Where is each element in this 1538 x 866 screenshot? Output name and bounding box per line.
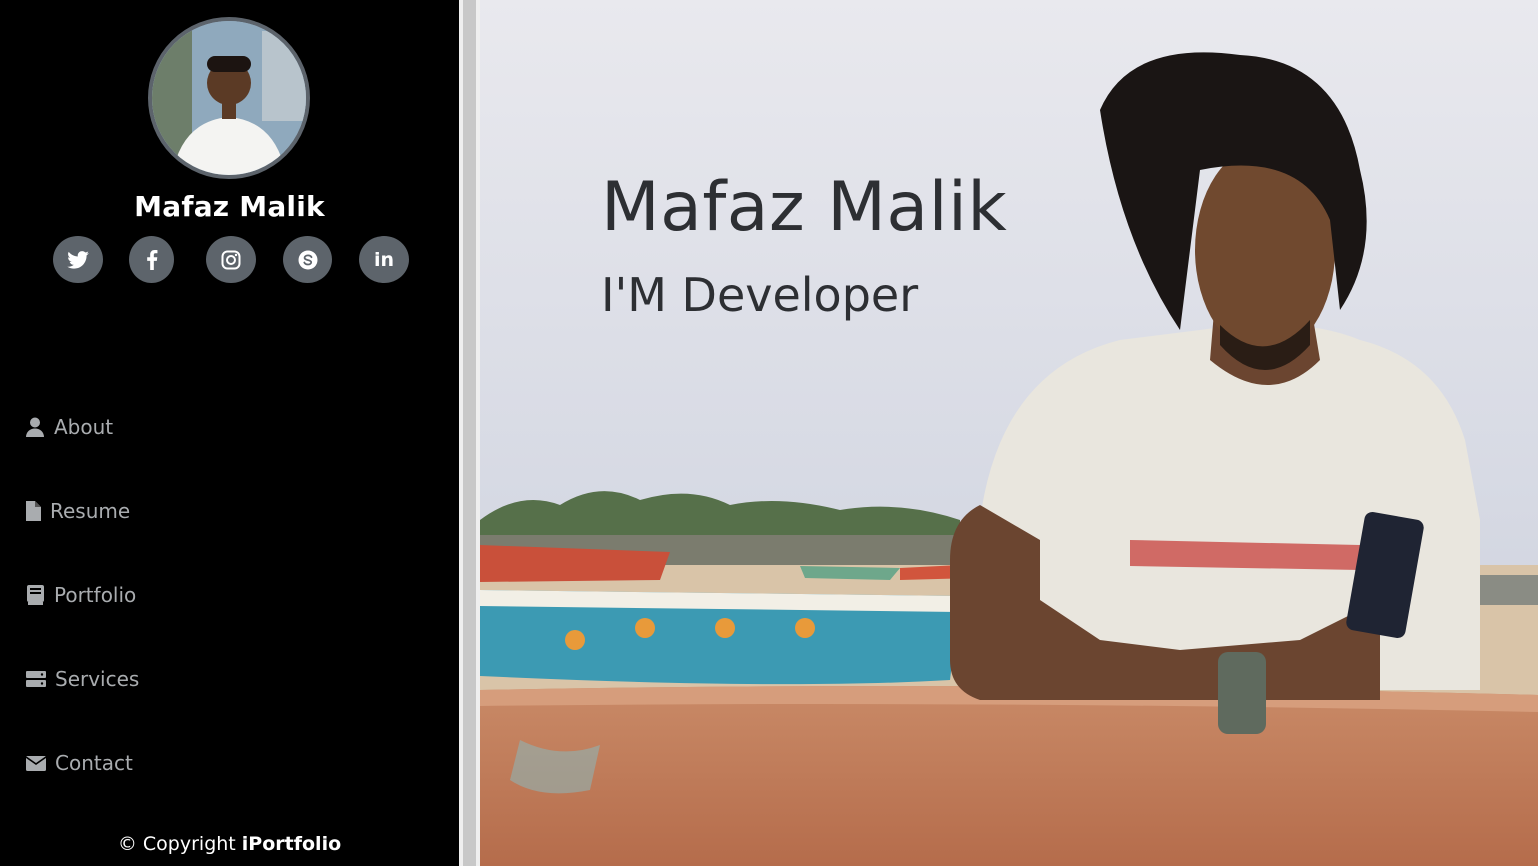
server-icon — [24, 668, 47, 690]
copyright-icon: © — [117, 833, 137, 855]
skype-icon — [298, 250, 317, 269]
nav-contact[interactable]: Contact — [24, 751, 133, 775]
book-icon — [24, 584, 46, 606]
nav-portfolio[interactable]: Portfolio — [24, 583, 136, 607]
profile-name: Mafaz Malik — [134, 190, 325, 223]
file-icon — [24, 500, 42, 522]
nav-label: Contact — [55, 751, 133, 775]
brand-name: iPortfolio — [241, 833, 342, 855]
nav-services[interactable]: Services — [24, 667, 139, 691]
sidebar: Mafaz Malik in About Resume Portfolio Se… — [0, 0, 459, 866]
linkedin-icon: in — [373, 248, 395, 271]
nav-label: About — [54, 415, 114, 439]
avatar — [148, 17, 310, 179]
skype-button[interactable] — [283, 236, 332, 283]
hero-background-photo — [480, 0, 1538, 866]
envelope-icon — [24, 752, 47, 774]
copyright: © Copyright iPortfolio — [0, 833, 459, 855]
avatar-photo — [152, 21, 306, 175]
hero-title: Mafaz Malik — [601, 168, 1008, 247]
twitter-icon — [67, 250, 89, 269]
nav-label: Resume — [50, 499, 131, 523]
nav-about[interactable]: About — [24, 415, 113, 439]
twitter-button[interactable] — [53, 236, 103, 283]
linkedin-button[interactable]: in — [359, 236, 409, 283]
nav-label: Services — [55, 667, 140, 691]
copyright-text: Copyright — [142, 833, 236, 855]
hero-subtitle: I'M Developer — [601, 268, 919, 322]
instagram-button[interactable] — [206, 236, 256, 283]
facebook-icon — [146, 249, 157, 270]
nav-label: Portfolio — [54, 583, 137, 607]
nav-resume[interactable]: Resume — [24, 499, 130, 523]
facebook-button[interactable] — [129, 236, 174, 283]
hero-section: Mafaz Malik I'M Developer — [480, 0, 1538, 866]
instagram-icon — [221, 250, 241, 269]
sidebar-scrollbar-thumb[interactable] — [463, 0, 476, 866]
person-icon — [24, 416, 46, 438]
